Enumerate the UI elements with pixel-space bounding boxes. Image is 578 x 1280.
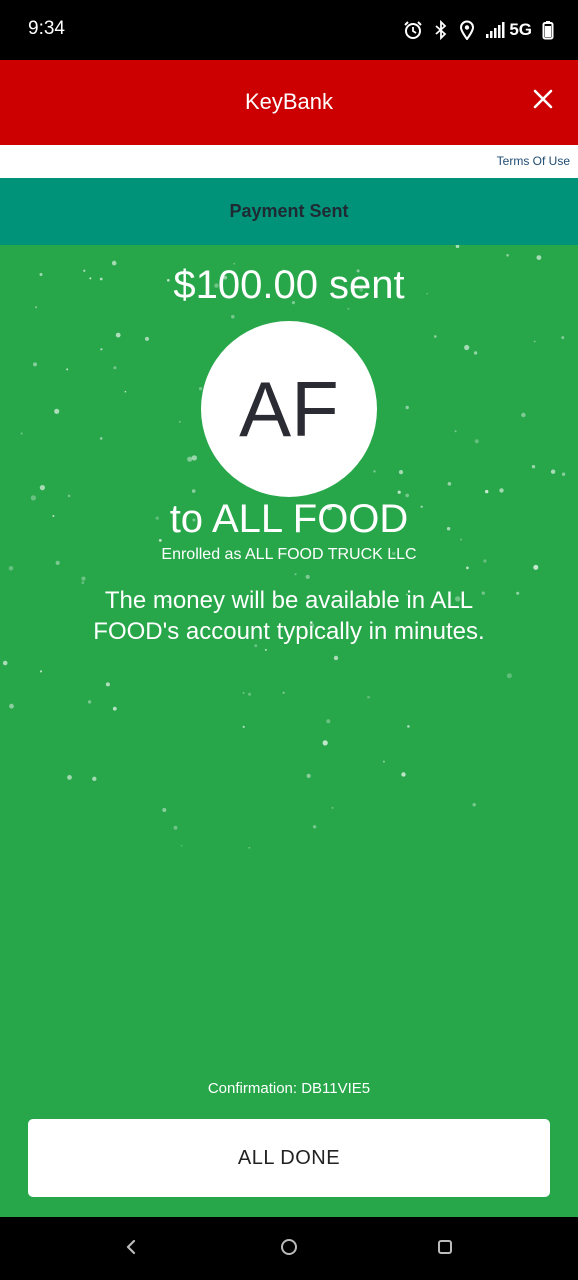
- payment-confirmation-panel: $100.00 sent AF to ALL FOOD Enrolled as …: [0, 245, 578, 1217]
- recipient-name: to ALL FOOD: [169, 497, 409, 541]
- status-bar: 9:34 5G: [0, 0, 578, 60]
- status-icons: 5G: [403, 18, 554, 42]
- confirmation-number: Confirmation: DB11VIE5: [207, 1080, 371, 1097]
- section-title: Payment Sent: [229, 201, 349, 221]
- close-button[interactable]: [528, 86, 558, 116]
- location-icon: [459, 20, 475, 40]
- back-icon: [124, 1239, 138, 1260]
- network-label: 5G: [509, 20, 532, 39]
- screen: 9:34 5G KeyBank Terms Of Use Payment Sen…: [0, 0, 578, 1280]
- battery-icon: [542, 20, 554, 40]
- nav-back-button[interactable]: [117, 1235, 145, 1263]
- alarm-icon: [403, 20, 423, 40]
- system-nav-bar: [0, 1217, 578, 1280]
- recipient-avatar: AF: [201, 321, 377, 497]
- nav-home-button[interactable]: [275, 1235, 303, 1263]
- nav-recents-button[interactable]: [431, 1235, 459, 1263]
- recents-icon: [437, 1239, 453, 1260]
- section-bar: Payment Sent: [0, 178, 578, 245]
- app-header: KeyBank: [0, 60, 578, 145]
- signal-icon: [485, 21, 505, 39]
- terms-strip: Terms Of Use: [0, 145, 578, 178]
- app-title: KeyBank: [244, 89, 334, 114]
- amount-sent: $100.00 sent: [173, 263, 405, 307]
- terms-of-use-link[interactable]: Terms Of Use: [497, 154, 570, 168]
- bluetooth-icon: [433, 20, 449, 40]
- close-icon: [533, 89, 553, 114]
- avatar-initials: AF: [239, 364, 339, 453]
- home-icon: [280, 1238, 298, 1261]
- all-done-button[interactable]: ALL DONE: [28, 1119, 550, 1197]
- status-time: 9:34: [28, 18, 65, 39]
- availability-message: The money will be available in ALL FOOD'…: [93, 587, 485, 645]
- enrolled-as-text: Enrolled as ALL FOOD TRUCK LLC: [161, 546, 417, 563]
